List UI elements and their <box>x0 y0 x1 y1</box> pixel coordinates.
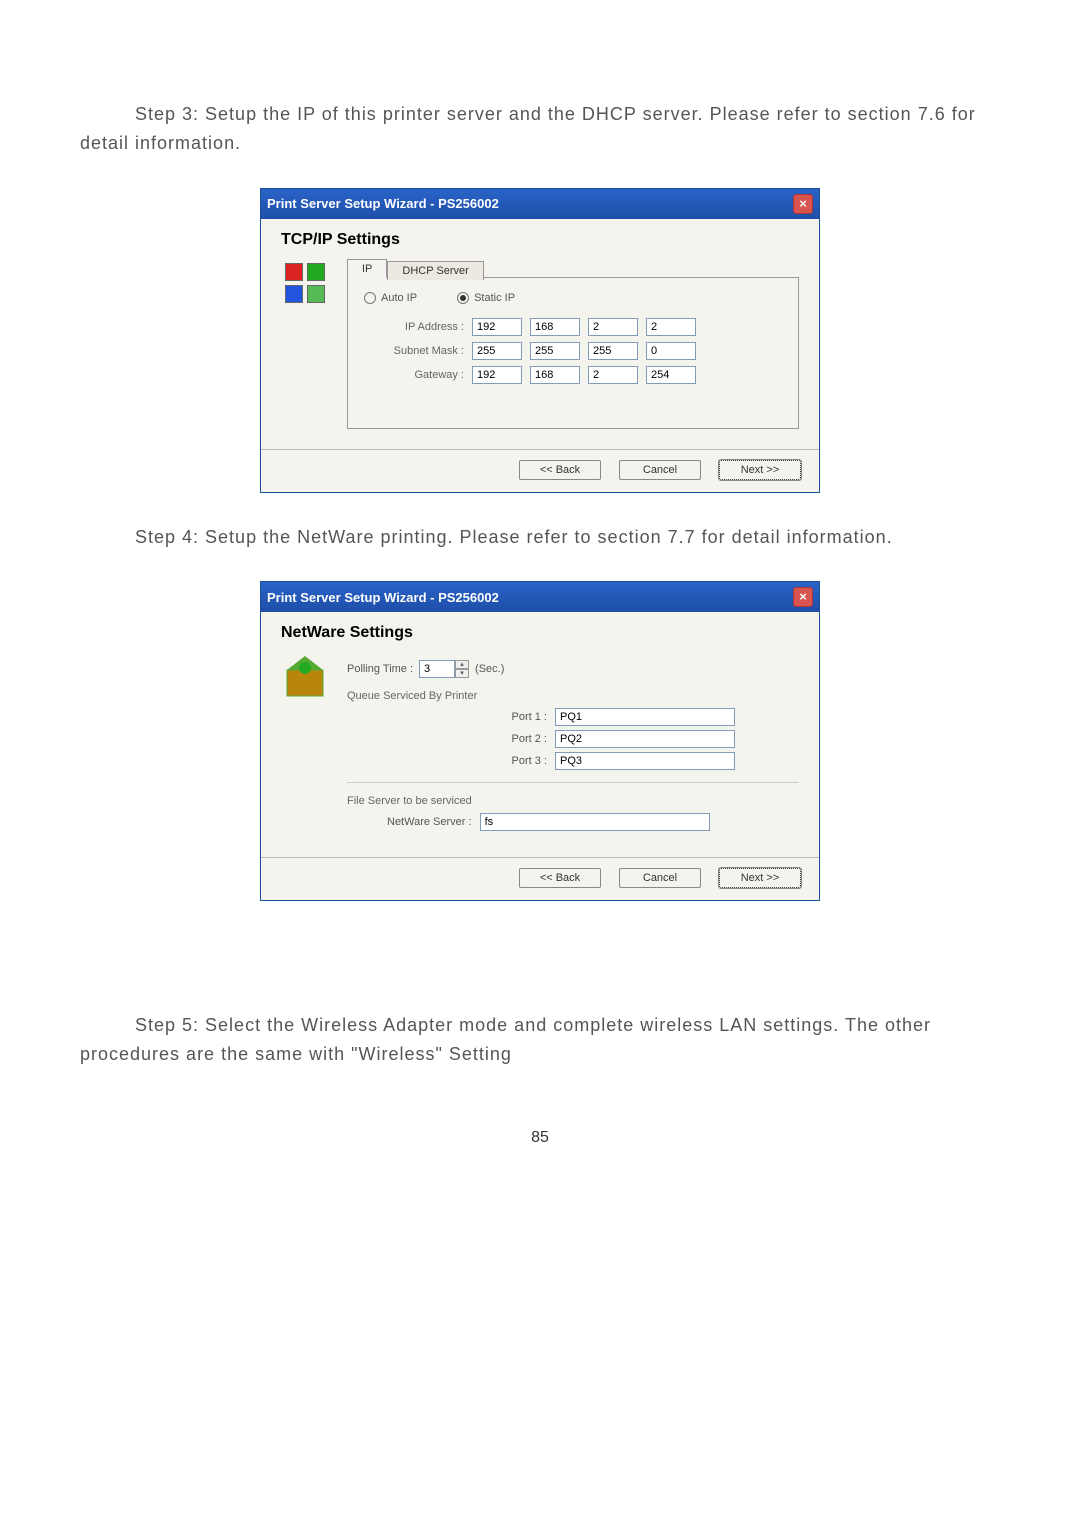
dialog-title: Print Server Setup Wizard - PS256002 <box>267 196 499 211</box>
back-button[interactable]: << Back <box>519 868 601 888</box>
paragraph-step4: Step 4: Setup the NetWare printing. Plea… <box>80 523 1000 552</box>
radio-auto-ip[interactable]: Auto IP <box>364 292 417 304</box>
label-netware-server: NetWare Server : <box>387 816 472 828</box>
netware-dialog: Print Server Setup Wizard - PS256002 × N… <box>260 581 820 901</box>
label-subnet: Subnet Mask : <box>364 345 464 357</box>
mask-octet-1[interactable] <box>472 342 522 360</box>
next-button[interactable]: Next >> <box>719 868 801 888</box>
next-button[interactable]: Next >> <box>719 460 801 480</box>
netware-icon <box>281 652 329 700</box>
mask-octet-4[interactable] <box>646 342 696 360</box>
titlebar: Print Server Setup Wizard - PS256002 × <box>261 189 819 219</box>
section-heading: NetWare Settings <box>281 624 799 642</box>
label-sec: (Sec.) <box>475 663 504 675</box>
spinner-buttons[interactable]: ▴▾ <box>455 660 469 678</box>
section-heading: TCP/IP Settings <box>281 231 799 249</box>
label-port3: Port 3 : <box>497 755 547 767</box>
titlebar: Print Server Setup Wizard - PS256002 × <box>261 582 819 612</box>
close-icon[interactable]: × <box>793 194 813 214</box>
label-gateway: Gateway : <box>364 369 464 381</box>
label-polling-time: Polling Time : <box>347 663 413 675</box>
port1-input[interactable] <box>555 708 735 726</box>
polling-time-input[interactable] <box>419 660 455 678</box>
tab-panel-ip: Auto IP Static IP IP Address : Subnet Ma… <box>347 277 799 429</box>
gw-octet-4[interactable] <box>646 366 696 384</box>
cancel-button[interactable]: Cancel <box>619 460 701 480</box>
ip-octet-3[interactable] <box>588 318 638 336</box>
ip-octet-2[interactable] <box>530 318 580 336</box>
ip-octet-4[interactable] <box>646 318 696 336</box>
label-port1: Port 1 : <box>497 711 547 723</box>
cancel-button[interactable]: Cancel <box>619 868 701 888</box>
tab-ip[interactable]: IP <box>347 259 387 278</box>
mask-octet-3[interactable] <box>588 342 638 360</box>
label-file-server: File Server to be serviced <box>347 795 799 807</box>
mask-octet-2[interactable] <box>530 342 580 360</box>
paragraph-step5: Step 5: Select the Wireless Adapter mode… <box>80 1011 1000 1069</box>
gw-octet-1[interactable] <box>472 366 522 384</box>
tcpip-icon <box>281 259 329 307</box>
netware-server-input[interactable] <box>480 813 710 831</box>
paragraph-step3: Step 3: Setup the IP of this printer ser… <box>80 100 1000 158</box>
gw-octet-3[interactable] <box>588 366 638 384</box>
close-icon[interactable]: × <box>793 587 813 607</box>
label-queue-serviced: Queue Serviced By Printer <box>347 690 799 702</box>
tab-dhcp[interactable]: DHCP Server <box>387 261 483 280</box>
ip-octet-1[interactable] <box>472 318 522 336</box>
port2-input[interactable] <box>555 730 735 748</box>
radio-static-ip[interactable]: Static IP <box>457 292 515 304</box>
dialog-title: Print Server Setup Wizard - PS256002 <box>267 590 499 605</box>
port3-input[interactable] <box>555 752 735 770</box>
gw-octet-2[interactable] <box>530 366 580 384</box>
back-button[interactable]: << Back <box>519 460 601 480</box>
page-number: 85 <box>80 1129 1000 1147</box>
label-ip-address: IP Address : <box>364 321 464 333</box>
label-port2: Port 2 : <box>497 733 547 745</box>
tcpip-dialog: Print Server Setup Wizard - PS256002 × T… <box>260 188 820 493</box>
